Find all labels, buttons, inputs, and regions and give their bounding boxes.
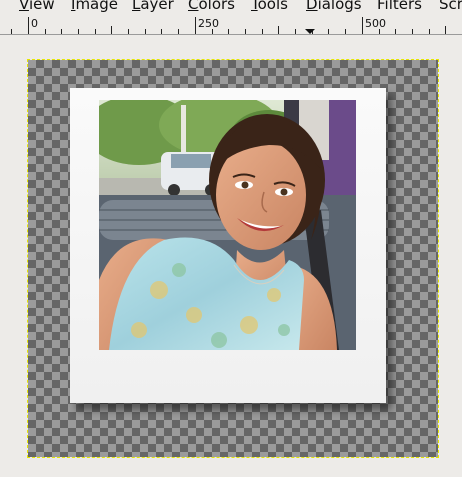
menu-filters[interactable]: Filters (377, 0, 422, 13)
polaroid-frame (70, 88, 386, 403)
menu-image[interactable]: Image (71, 0, 118, 13)
image-canvas[interactable] (27, 59, 439, 458)
photo-illustration (99, 100, 356, 350)
ruler-label-250: 250 (198, 17, 219, 30)
menu-layer[interactable]: Layer (132, 0, 174, 13)
menu-colors-label: olors (198, 0, 235, 13)
menu-filters-label: Filters (377, 0, 422, 13)
menu-tools[interactable]: Tools (251, 0, 288, 13)
smiling-woman-in-car-photo (99, 100, 356, 350)
horizontal-ruler[interactable]: 0 250 500 (0, 13, 462, 35)
menu-layer-label: ayer (140, 0, 174, 13)
menu-image-label: mage (75, 0, 118, 13)
menu-tools-mnemonic: T (251, 0, 258, 13)
canvas-area[interactable] (0, 35, 462, 477)
pointer-position-marker-icon (305, 29, 315, 34)
menu-view-mnemonic: V (19, 0, 29, 13)
menu-dialogs[interactable]: Dialogs (306, 0, 362, 13)
menu-dialogs-mnemonic: D (306, 0, 318, 13)
menu-script-fu[interactable]: Scr (439, 0, 462, 13)
menu-tools-label: ools (257, 0, 288, 13)
menu-script-fu-label: Scr (439, 0, 462, 13)
menu-view[interactable]: View (19, 0, 55, 13)
menu-dialogs-label: ialogs (317, 0, 362, 13)
ruler-label-500: 500 (365, 17, 386, 30)
menu-colors[interactable]: Colors (188, 0, 235, 13)
menu-view-label: iew (28, 0, 55, 13)
ruler-ticks (11, 17, 446, 34)
menu-colors-mnemonic: C (188, 0, 199, 13)
ruler-label-0: 0 (31, 17, 38, 30)
menu-bar: View Image Layer Colors Tools Dialogs Fi… (0, 0, 462, 13)
